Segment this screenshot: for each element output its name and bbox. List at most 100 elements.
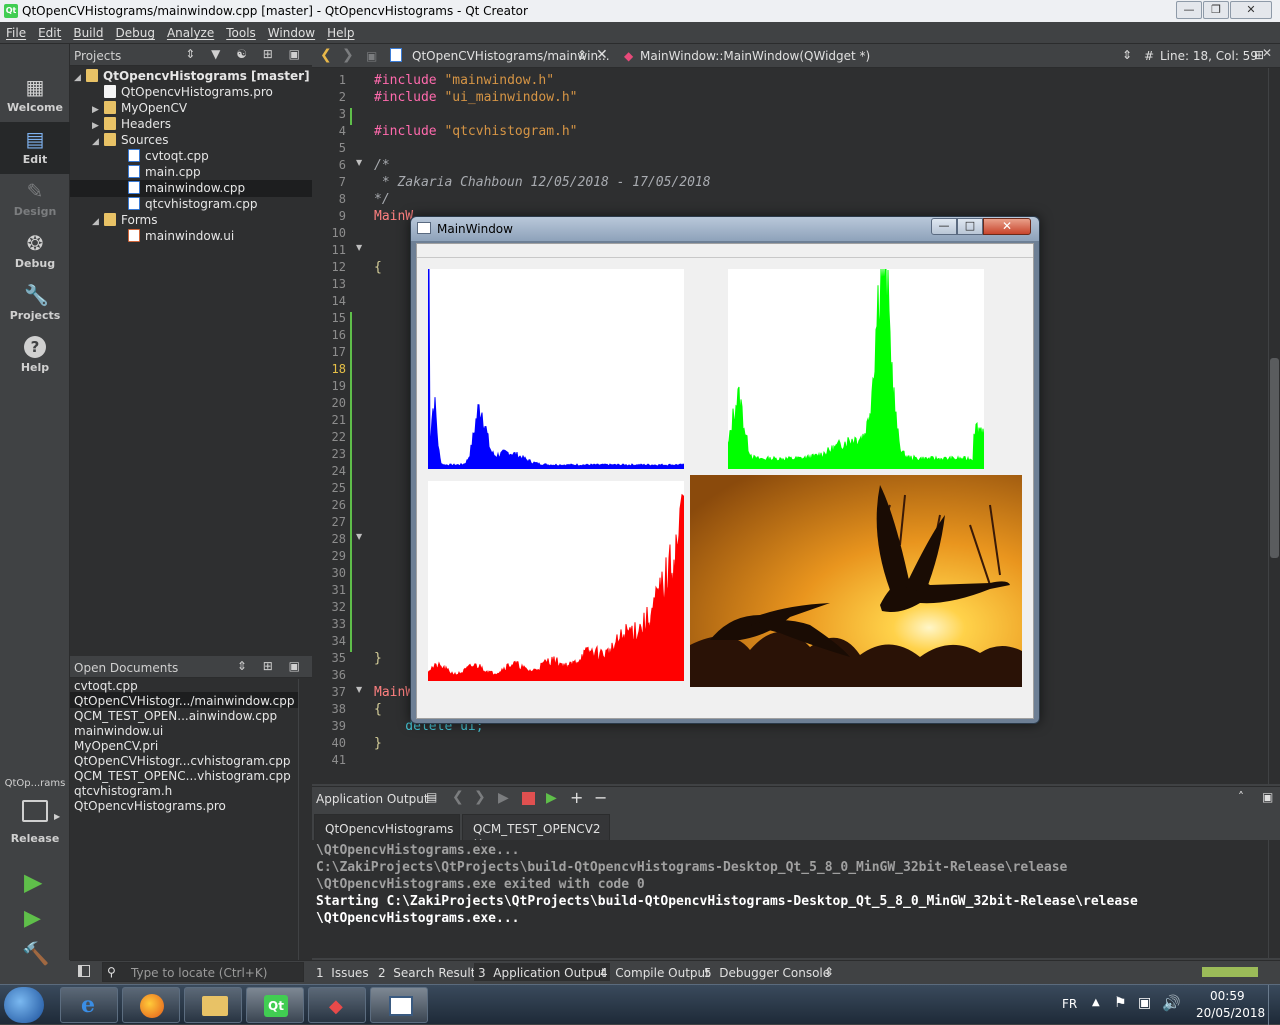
- mode-edit[interactable]: ▤ Edit: [0, 122, 70, 174]
- open-doc-item[interactable]: MyOpenCV.pri: [74, 739, 158, 753]
- more-panes-icon[interactable]: ⇕: [824, 965, 834, 979]
- output-pane-button-issues[interactable]: 1 Issues: [316, 966, 369, 980]
- tree-item-qtcvhistogram[interactable]: qtcvhistogram.cpp: [128, 197, 258, 213]
- open-doc-item[interactable]: QtOpenCVHistogr.../mainwindow.cpp: [74, 694, 294, 708]
- menu-build[interactable]: Build: [67, 22, 109, 40]
- taskbar-qtcreator[interactable]: Qt: [246, 987, 304, 1023]
- open-doc-item[interactable]: cvtoqt.cpp: [74, 679, 138, 693]
- show-desktop-button[interactable]: [1268, 985, 1280, 1025]
- output-tab[interactable]: QtOpencvHistograms: [314, 814, 460, 840]
- open-doc-item[interactable]: QCM_TEST_OPENC...vhistogram.cpp: [74, 769, 291, 783]
- tree-item-mainwindow[interactable]: mainwindow.cpp: [128, 181, 245, 197]
- network-icon[interactable]: ▣: [1138, 995, 1151, 1011]
- prev-icon[interactable]: ❮: [452, 789, 464, 805]
- taskbar-explorer[interactable]: [184, 987, 242, 1023]
- open-documents-scrollbar[interactable]: [298, 679, 312, 960]
- minimize-button[interactable]: —: [1176, 1, 1202, 19]
- debug-run-icon[interactable]: ▶: [24, 906, 41, 931]
- tree-item-pro[interactable]: QtOpencvHistograms.pro: [92, 85, 273, 101]
- scrollbar-thumb[interactable]: [1270, 358, 1279, 558]
- toggle-sidebar-icon[interactable]: [78, 965, 90, 977]
- volume-icon[interactable]: 🔊: [1162, 994, 1181, 1012]
- forward-arrow-icon[interactable]: ❯: [342, 47, 354, 63]
- mainwindow-titlebar[interactable]: MainWindow — □ ✕: [411, 217, 1039, 241]
- maximize-pane-icon[interactable]: ˄: [1238, 790, 1244, 804]
- locator-input[interactable]: ⚲ Type to locate (Ctrl+K): [102, 962, 304, 982]
- open-doc-item[interactable]: QCM_TEST_OPEN...ainwindow.cpp: [74, 709, 277, 723]
- close-document-icon[interactable]: ✕: [596, 47, 608, 63]
- tree-root[interactable]: ◢ QtOpencvHistograms [master]: [74, 69, 310, 85]
- output-pane-button-appoutput[interactable]: 3 Application Output: [474, 963, 610, 981]
- mainwindow-app-window[interactable]: MainWindow — □ ✕: [410, 216, 1040, 724]
- expand-arrow-icon[interactable]: ▶: [92, 105, 104, 115]
- application-output-text[interactable]: \QtOpencvHistograms.exe... C:\ZakiProjec…: [312, 840, 1268, 958]
- projects-pane-tools[interactable]: ⇕ ▼ ☯ ⊞ ▣: [185, 47, 306, 61]
- clock-date[interactable]: 20/05/2018: [1196, 1006, 1265, 1020]
- tree-item-headers[interactable]: ▶ Headers: [92, 117, 171, 133]
- output-pane-button-compile[interactable]: 4 Compile Output: [600, 966, 710, 980]
- menu-tools[interactable]: Tools: [220, 22, 262, 40]
- mode-welcome[interactable]: ▦ Welcome: [0, 70, 70, 122]
- zoom-in-icon[interactable]: +: [570, 788, 583, 807]
- taskbar-app[interactable]: ◆: [308, 987, 366, 1023]
- symbol-combo-arrow-icon[interactable]: ⇕: [1122, 48, 1132, 62]
- expand-arrow-icon[interactable]: ▶: [92, 121, 104, 131]
- taskbar-firefox[interactable]: [122, 987, 180, 1023]
- open-doc-item[interactable]: mainwindow.ui: [74, 724, 163, 738]
- fold-arrow-icon[interactable]: ▼: [356, 532, 362, 541]
- menu-help[interactable]: Help: [321, 22, 360, 40]
- fold-arrow-icon[interactable]: ▼: [356, 685, 362, 694]
- editor-scrollbar[interactable]: [1268, 68, 1280, 784]
- mode-debug[interactable]: ❂ Debug: [0, 226, 70, 278]
- rerun-icon[interactable]: ▶: [498, 790, 509, 806]
- zoom-out-icon[interactable]: −: [594, 788, 607, 807]
- mode-projects[interactable]: 🔧 Projects: [0, 278, 70, 330]
- stop-icon[interactable]: [522, 792, 535, 805]
- tree-item-sources[interactable]: ◢ Sources: [92, 133, 168, 149]
- next-icon[interactable]: ❯: [474, 789, 486, 805]
- clock-time[interactable]: 00:59: [1210, 989, 1245, 1003]
- build-hammer-icon[interactable]: 🔨: [22, 942, 49, 967]
- file-combo-arrow-icon[interactable]: ⇕: [577, 48, 587, 62]
- cursor-position[interactable]: Line: 18, Col: 59: [1160, 49, 1258, 63]
- action-center-icon[interactable]: ⚑: [1114, 995, 1127, 1011]
- symbol-combo[interactable]: MainWindow::MainWindow(QWidget *): [640, 49, 870, 63]
- tree-item-main[interactable]: main.cpp: [128, 165, 201, 181]
- fold-arrow-icon[interactable]: ▼: [356, 243, 362, 252]
- menu-window[interactable]: Window: [262, 22, 321, 40]
- restore-button[interactable]: ❐: [1203, 1, 1229, 19]
- tray-expand-icon[interactable]: ▲: [1092, 997, 1100, 1008]
- taskbar-internet-explorer[interactable]: e: [60, 987, 118, 1023]
- menu-edit[interactable]: Edit: [32, 22, 67, 40]
- output-pane-button-debugger[interactable]: 5 Debugger Console: [704, 966, 830, 980]
- start-button[interactable]: [4, 987, 44, 1023]
- mainwindow-maximize-button[interactable]: □: [957, 218, 983, 235]
- mode-help[interactable]: ? Help: [0, 330, 70, 382]
- collapse-arrow-icon[interactable]: ◢: [92, 217, 104, 227]
- menu-analyze[interactable]: Analyze: [161, 22, 220, 40]
- tree-item-myopencv[interactable]: ▶ MyOpenCV: [92, 101, 187, 117]
- taskbar-mainwindow[interactable]: [370, 987, 428, 1023]
- mode-design[interactable]: ✎ Design: [0, 174, 70, 226]
- language-indicator[interactable]: FR: [1062, 997, 1077, 1011]
- mainwindow-close-button[interactable]: ✕: [983, 218, 1031, 235]
- tree-item-cvtoqt[interactable]: cvtoqt.cpp: [128, 149, 209, 165]
- fold-arrow-icon[interactable]: ▼: [356, 158, 362, 167]
- output-scrollbar[interactable]: [1268, 840, 1280, 958]
- collapse-arrow-icon[interactable]: ◢: [74, 73, 86, 83]
- debug-attach-icon[interactable]: ▶: [546, 790, 557, 806]
- close-split-icon[interactable]: ✕: [1262, 46, 1272, 60]
- menu-debug[interactable]: Debug: [109, 22, 160, 40]
- output-tab[interactable]: QCM_TEST_OPENCV2 ✕: [462, 814, 610, 850]
- collapse-arrow-icon[interactable]: ◢: [92, 137, 104, 147]
- mainwindow-minimize-button[interactable]: —: [931, 218, 957, 235]
- hide-pane-icon[interactable]: ▣: [1262, 790, 1273, 804]
- monitor-icon[interactable]: [22, 800, 48, 822]
- open-documents-tools[interactable]: ⇕ ⊞ ▣: [237, 659, 306, 673]
- tree-item-mainwindow-ui[interactable]: mainwindow.ui: [128, 229, 234, 245]
- output-pane-button-search[interactable]: 2 Search Results: [378, 966, 482, 980]
- close-button[interactable]: ✕: [1230, 1, 1272, 19]
- menu-file[interactable]: File: [0, 22, 32, 40]
- tree-item-forms[interactable]: ◢ Forms: [92, 213, 157, 229]
- open-doc-item[interactable]: qtcvhistogram.h: [74, 784, 172, 798]
